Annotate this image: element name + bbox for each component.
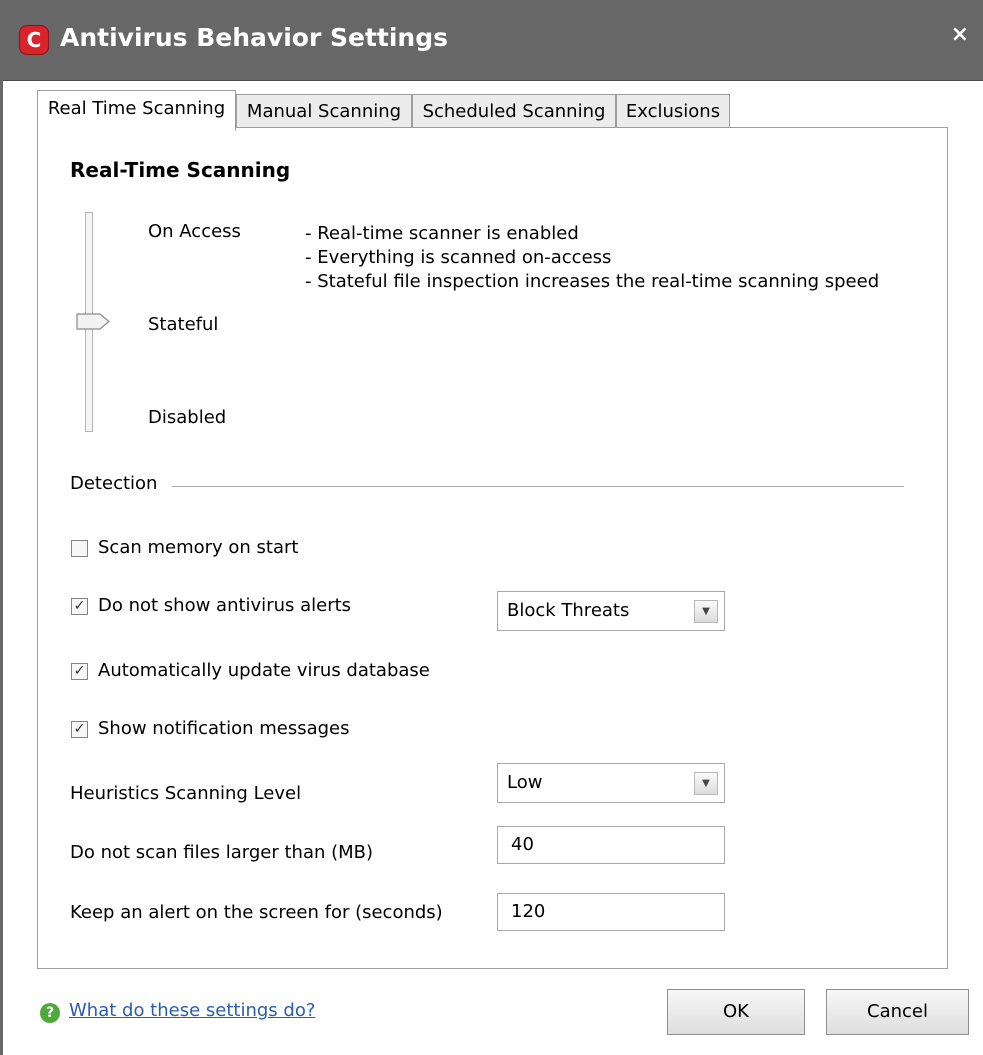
- tab-manual-scanning[interactable]: Manual Scanning: [236, 94, 412, 129]
- level-disabled[interactable]: Disabled: [148, 407, 226, 428]
- auto-update-label[interactable]: Automatically update virus database: [98, 660, 430, 681]
- level-description-line: - Stateful file inspection increases the…: [305, 271, 880, 292]
- tab-real-time-scanning[interactable]: Real Time Scanning: [37, 90, 236, 131]
- max-file-size-input[interactable]: 40: [497, 826, 725, 864]
- comodo-logo-icon: C: [20, 26, 48, 54]
- chevron-down-icon[interactable]: ▼: [694, 600, 718, 623]
- heuristics-level-select[interactable]: Low ▼: [497, 763, 725, 803]
- level-description-line: - Everything is scanned on-access: [305, 247, 612, 268]
- heuristics-level-value: Low: [507, 772, 543, 793]
- close-icon[interactable]: ×: [951, 22, 969, 47]
- level-description-line: - Real-time scanner is enabled: [305, 223, 579, 244]
- level-stateful[interactable]: Stateful: [148, 314, 218, 335]
- cancel-button[interactable]: Cancel: [826, 989, 969, 1035]
- no-alerts-checkbox[interactable]: ✓: [71, 598, 88, 615]
- antivirus-settings-dialog: C Antivirus Behavior Settings × Real Tim…: [0, 0, 983, 1055]
- window-left-border: [0, 80, 3, 1055]
- level-on-access[interactable]: On Access: [148, 221, 241, 242]
- ok-button[interactable]: OK: [667, 989, 805, 1035]
- max-file-size-label: Do not scan files larger than (MB): [70, 842, 374, 863]
- heuristics-level-label: Heuristics Scanning Level: [70, 783, 302, 804]
- no-alerts-label[interactable]: Do not show antivirus alerts: [98, 595, 351, 616]
- tab-scheduled-scanning[interactable]: Scheduled Scanning: [412, 94, 616, 129]
- chevron-down-icon[interactable]: ▼: [694, 772, 718, 795]
- protection-level-slider-thumb[interactable]: [76, 313, 110, 330]
- scan-memory-label[interactable]: Scan memory on start: [98, 537, 298, 558]
- alert-action-select[interactable]: Block Threats ▼: [497, 591, 725, 631]
- max-file-size-value: 40: [511, 834, 534, 855]
- auto-update-checkbox[interactable]: ✓: [71, 663, 88, 680]
- alert-duration-label: Keep an alert on the screen for (seconds…: [70, 902, 443, 923]
- notifications-label[interactable]: Show notification messages: [98, 718, 350, 739]
- window-title: Antivirus Behavior Settings: [60, 23, 449, 52]
- alert-action-value: Block Threats: [507, 600, 630, 621]
- section-heading-detection: Detection: [70, 473, 158, 494]
- alert-duration-value: 120: [511, 901, 546, 922]
- scan-memory-checkbox[interactable]: [71, 540, 88, 557]
- notifications-checkbox[interactable]: ✓: [71, 721, 88, 738]
- section-heading-real-time-scanning: Real-Time Scanning: [70, 158, 291, 182]
- alert-duration-input[interactable]: 120: [497, 893, 725, 931]
- title-bar: C Antivirus Behavior Settings ×: [0, 0, 983, 81]
- help-question-icon: ?: [40, 1003, 60, 1023]
- tab-exclusions[interactable]: Exclusions: [616, 94, 730, 129]
- detection-divider: [172, 486, 904, 487]
- help-link[interactable]: What do these settings do?: [69, 1000, 315, 1021]
